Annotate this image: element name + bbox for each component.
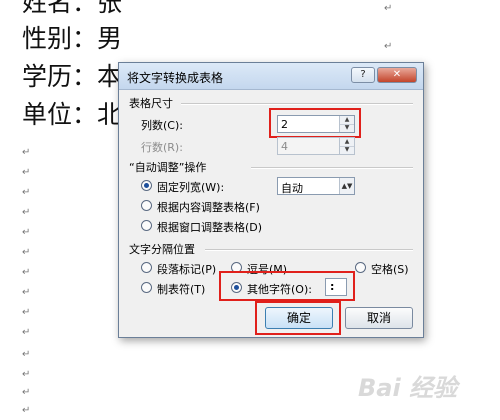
doc-line-education: 学历：本 <box>22 62 123 91</box>
radio-fit-content[interactable] <box>141 200 152 211</box>
other-char-input[interactable]: : <box>325 278 347 296</box>
radio-comma[interactable] <box>231 262 242 273</box>
radio-other-char[interactable] <box>231 282 242 293</box>
watermark-logo: Bai 经验 <box>358 374 458 402</box>
paragraph-mark: ↵ <box>22 227 31 238</box>
paragraph-mark: ↵ <box>22 387 31 398</box>
fit-window-label: 根据窗口调整表格(D) <box>157 221 263 234</box>
radio-fit-window[interactable] <box>141 220 152 231</box>
paragraph-mark: ↵ <box>22 287 31 298</box>
doc-line-employer: 单位：北 <box>22 100 123 129</box>
paragraph-mark-label: 段落标记(P) <box>157 263 217 276</box>
radio-tab[interactable] <box>141 282 152 293</box>
rows-spin-buttons: ▲ ▼ <box>339 138 354 154</box>
ok-button[interactable]: 确定 <box>265 307 333 329</box>
space-label: 空格(S) <box>371 263 409 276</box>
section-divider <box>251 167 413 169</box>
paragraph-mark: ↵ <box>22 207 31 218</box>
paragraph-mark: ↵ <box>22 369 31 380</box>
paragraph-mark: ↵ <box>384 41 393 52</box>
spinner-arrows-icon[interactable]: ▲▼ <box>339 178 354 194</box>
close-icon: ✕ <box>392 69 402 80</box>
cancel-button[interactable]: 取消 <box>345 307 413 329</box>
radio-paragraph-mark[interactable] <box>141 262 152 273</box>
radio-space[interactable] <box>355 262 366 273</box>
fixed-width-label: 固定列宽(W): <box>157 181 225 194</box>
fixed-width-value: 自动 <box>281 182 303 195</box>
rows-spinner: 4 ▲ ▼ <box>277 137 355 155</box>
close-button[interactable]: ✕ <box>377 67 417 83</box>
tab-label: 制表符(T) <box>157 283 206 296</box>
doc-line-name: 姓名：张 <box>22 0 123 17</box>
columns-value: 2 <box>281 118 288 131</box>
help-icon: ? <box>360 69 366 80</box>
paragraph-mark: ↵ <box>22 187 31 198</box>
paragraph-mark: ↵ <box>22 349 31 360</box>
spin-down-icon: ▼ <box>344 146 350 153</box>
paragraph-mark: ↵ <box>22 247 31 258</box>
paragraph-mark: ↵ <box>22 307 31 318</box>
rows-label: 行数(R): <box>141 141 183 154</box>
paragraph-mark: ↵ <box>22 147 31 158</box>
columns-label: 列数(C): <box>141 119 183 132</box>
other-char-label: 其他字符(O): <box>247 283 312 296</box>
help-button[interactable]: ? <box>351 67 375 83</box>
paragraph-mark: ↵ <box>22 167 31 178</box>
columns-spinner[interactable]: 2 ▲ ▼ <box>277 115 355 133</box>
doc-line-gender: 性别：男 <box>22 24 123 53</box>
spin-down-icon[interactable]: ▼ <box>340 124 354 132</box>
fit-content-label: 根据内容调整表格(F) <box>157 201 260 214</box>
autofit-heading: “自动调整”操作 <box>129 161 207 174</box>
rows-value: 4 <box>281 140 288 153</box>
paragraph-mark: ↵ <box>22 327 31 338</box>
dialog-title: 将文字转换成表格 <box>127 71 224 85</box>
fixed-width-select[interactable]: 自动 ▲▼ <box>277 177 355 195</box>
section-divider <box>181 103 413 105</box>
columns-spin-buttons[interactable]: ▲ ▼ <box>339 116 354 132</box>
paragraph-mark: ↵ <box>384 3 393 14</box>
table-size-heading: 表格尺寸 <box>129 97 173 110</box>
paragraph-mark: ↵ <box>22 267 31 278</box>
convert-text-to-table-dialog: 将文字转换成表格 ? ✕ 表格尺寸 列数(C): 2 ▲ ▼ 行数(R): 4 … <box>118 62 424 338</box>
section-divider <box>205 249 413 251</box>
separator-heading: 文字分隔位置 <box>129 243 195 256</box>
radio-fixed-width[interactable] <box>141 180 152 191</box>
dialog-titlebar[interactable]: 将文字转换成表格 ? ✕ <box>119 63 423 90</box>
comma-label: 逗号(M) <box>247 263 288 276</box>
paragraph-mark: ↵ <box>22 405 31 416</box>
